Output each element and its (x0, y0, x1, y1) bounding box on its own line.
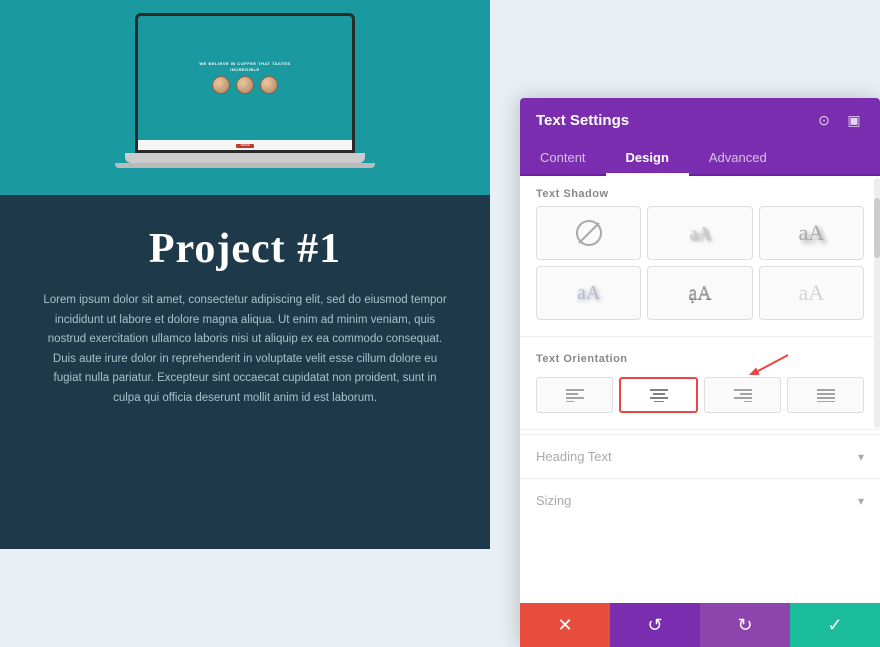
laptop-header-text2: INCREDIBLE (230, 67, 259, 72)
laptop-base (125, 153, 365, 163)
orientation-right[interactable] (704, 377, 781, 413)
text-shadow-label: Text Shadow (520, 176, 880, 206)
laptop-wrapper: WE BELIEVE IN COFFEE THAT TASTES INCREDI… (115, 13, 375, 183)
accordion-sizing-label: Sizing (536, 493, 571, 508)
project-description: Lorem ipsum dolor sit amet, consectetur … (40, 291, 450, 408)
cancel-button[interactable]: ✕ (520, 603, 610, 647)
coffee-cup-2 (236, 76, 254, 94)
laptop-content: WE BELIEVE IN COFFEE THAT TASTES INCREDI… (138, 16, 352, 150)
accordion-heading-text-chevron: ▾ (858, 450, 864, 464)
left-panel: WE BELIEVE IN COFFEE THAT TASTES INCREDI… (0, 0, 490, 549)
arrow-indicator (748, 353, 798, 375)
tabs-row: Content Design Advanced (520, 142, 880, 176)
shadow-options-grid: aA aA aA ạA aA (520, 206, 880, 332)
shadow-option-2[interactable]: aA (759, 206, 864, 260)
text-settings-panel: Text Settings ⊙ ▣ Content Design Advance… (520, 98, 880, 647)
shadow-option-4[interactable]: ạA (647, 266, 752, 320)
redo-button[interactable]: ↻ (700, 603, 790, 647)
shadow-text-1: aA (689, 223, 710, 244)
shadow-text-2: aA (799, 220, 825, 246)
orientation-options (520, 371, 880, 425)
divider-2 (520, 429, 880, 430)
laptop-foot (115, 163, 375, 168)
tab-design[interactable]: Design (606, 142, 689, 176)
panel-header: Text Settings ⊙ ▣ (520, 98, 880, 142)
settings-icon[interactable]: ⊙ (814, 110, 834, 130)
laptop-section: WE BELIEVE IN COFFEE THAT TASTES INCREDI… (0, 0, 490, 195)
laptop-screen: WE BELIEVE IN COFFEE THAT TASTES INCREDI… (135, 13, 355, 153)
tab-content[interactable]: Content (520, 142, 606, 174)
coffee-cups-row (212, 76, 278, 94)
shadow-text-3: aA (577, 282, 600, 305)
orientation-center[interactable] (619, 377, 698, 413)
shadow-option-none[interactable] (536, 206, 641, 260)
accordion-heading-text-label: Heading Text (536, 449, 612, 464)
coffee-btn-row: ORDER (142, 144, 348, 148)
orientation-left[interactable] (536, 377, 613, 413)
shadow-text-4: ạA (688, 282, 711, 305)
shadow-text-5: aA (799, 280, 825, 306)
shadow-option-3[interactable]: aA (536, 266, 641, 320)
panel-header-icons: ⊙ ▣ (814, 110, 864, 130)
scrollbar[interactable] (874, 178, 880, 428)
save-button[interactable]: ✓ (790, 603, 880, 647)
accordion-sizing-chevron: ▾ (858, 494, 864, 508)
content-section: Project #1 Lorem ipsum dolor sit amet, c… (0, 195, 490, 549)
undo-button[interactable]: ↺ (610, 603, 700, 647)
divider-1 (520, 336, 880, 337)
shadow-option-1[interactable]: aA (647, 206, 752, 260)
scroll-thumb (874, 198, 880, 258)
orientation-justify[interactable] (787, 377, 864, 413)
tab-advanced[interactable]: Advanced (689, 142, 787, 174)
shadow-option-5[interactable]: aA (759, 266, 864, 320)
text-orientation-label: Text Orientation (520, 341, 880, 371)
panel-body: Text Shadow aA aA aA (520, 176, 880, 603)
coffee-btn-1: ORDER (236, 144, 254, 148)
panel-title: Text Settings (536, 112, 629, 129)
project-title: Project #1 (149, 225, 341, 273)
orientation-section (520, 371, 880, 425)
bottom-toolbar: ✕ ↺ ↻ ✓ (520, 603, 880, 647)
accordion-heading-text[interactable]: Heading Text ▾ (520, 434, 880, 478)
accordion-sizing[interactable]: Sizing ▾ (520, 478, 880, 522)
expand-icon[interactable]: ▣ (844, 110, 864, 130)
coffee-cup-1 (212, 76, 230, 94)
no-shadow-icon (575, 219, 603, 247)
coffee-cup-3 (260, 76, 278, 94)
